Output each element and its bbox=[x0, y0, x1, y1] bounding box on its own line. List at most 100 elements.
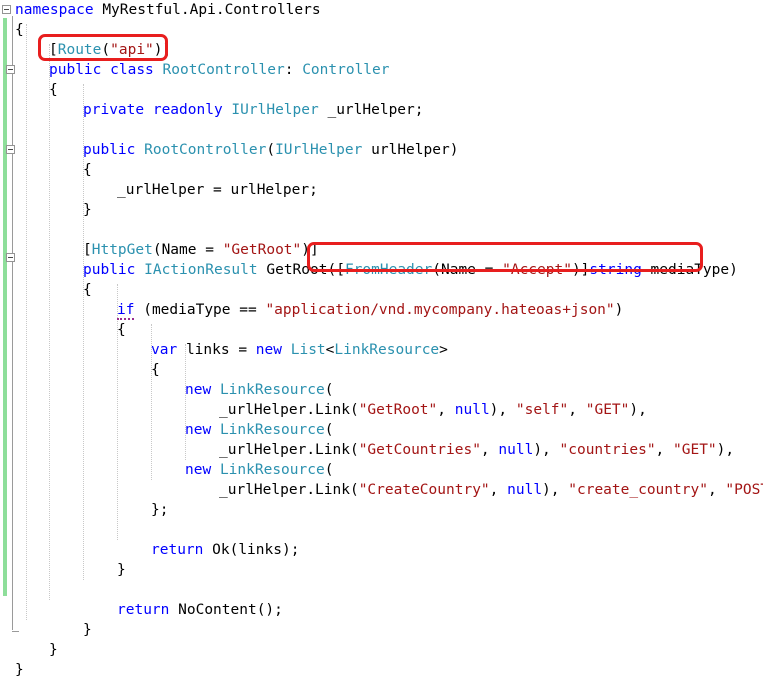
code-line: { bbox=[49, 80, 58, 100]
token-type: LinkResource bbox=[219, 422, 325, 438]
token-plain: = bbox=[475, 262, 503, 278]
token-keyword: namespace bbox=[15, 2, 94, 18]
code-line: }; bbox=[151, 500, 168, 520]
token-keyword: class bbox=[110, 62, 154, 78]
token-plain: Link bbox=[315, 482, 350, 498]
code-line: [Route("api")] bbox=[49, 40, 171, 60]
token-plain: == bbox=[230, 302, 266, 318]
token-plain: ) bbox=[449, 142, 459, 158]
token-type: Controller bbox=[302, 62, 390, 78]
token-type: LinkResource bbox=[219, 382, 325, 398]
code-line: public RootController(IUrlHelper urlHelp… bbox=[83, 140, 458, 160]
code-line: } bbox=[15, 660, 24, 680]
token-type: IUrlHelper bbox=[275, 142, 363, 158]
token-plain: , bbox=[489, 482, 508, 498]
token-plain: ([ bbox=[327, 262, 345, 278]
token-plain: . bbox=[306, 442, 316, 458]
token-plain: { bbox=[49, 82, 58, 98]
token-plain: Api bbox=[189, 2, 216, 18]
token-plain: { bbox=[83, 162, 92, 178]
code-line: public IActionResult GetRoot([FromHeader… bbox=[83, 260, 738, 280]
code-line: { bbox=[15, 20, 24, 40]
token-plain: MyRestful bbox=[102, 2, 181, 18]
token-plain: , bbox=[480, 442, 499, 458]
token-keyword: string bbox=[589, 262, 642, 278]
code-line: new LinkResource( bbox=[185, 380, 333, 400]
token-plain: ( bbox=[266, 142, 276, 158]
token-plain: _urlHelper bbox=[117, 182, 205, 198]
code-line: private readonly IUrlHelper _urlHelper; bbox=[83, 100, 424, 120]
token-plain: urlHelper bbox=[371, 142, 450, 158]
token-type: HttpGet bbox=[91, 242, 153, 258]
code-text-area[interactable]: namespace MyRestful.Api.Controllers{[Rou… bbox=[0, 0, 763, 678]
token-plain: links bbox=[238, 542, 282, 558]
token-plain: = bbox=[229, 342, 256, 358]
token-type: IActionResult bbox=[144, 262, 258, 278]
token-plain: Name bbox=[440, 262, 476, 278]
token-plain: , bbox=[655, 442, 674, 458]
token-plain: ), bbox=[542, 482, 569, 498]
token-plain: } bbox=[15, 662, 24, 678]
token-plain: GetRoot bbox=[266, 262, 328, 278]
token-type: FromHeader bbox=[344, 262, 433, 278]
code-line: _urlHelper.Link("GetCountries", null), "… bbox=[219, 440, 734, 460]
token-plain: ), bbox=[489, 402, 516, 418]
token-plain: . bbox=[215, 2, 225, 18]
code-line: { bbox=[83, 280, 92, 300]
token-plain: ), bbox=[533, 442, 560, 458]
token-keyword: new bbox=[185, 422, 212, 438]
token-plain: } bbox=[83, 622, 92, 638]
token-plain: ); bbox=[281, 542, 300, 558]
token-plain: )] bbox=[153, 42, 172, 58]
token-type: LinkResource bbox=[334, 342, 440, 358]
token-string: "POST" bbox=[725, 482, 763, 498]
code-line: { bbox=[151, 360, 160, 380]
token-plain: = bbox=[196, 242, 223, 258]
token-plain: )] bbox=[301, 242, 319, 258]
token-plain: ; bbox=[414, 102, 424, 118]
code-line: return Ok(links); bbox=[151, 540, 299, 560]
token-plain: } bbox=[117, 562, 126, 578]
token-string: "countries" bbox=[559, 442, 656, 458]
code-line: var links = new List<LinkResource> bbox=[151, 340, 448, 360]
token-keyword: public bbox=[83, 262, 136, 278]
token-plain: Name bbox=[161, 242, 197, 258]
token-plain: _urlHelper bbox=[219, 442, 307, 458]
code-line: { bbox=[117, 320, 126, 340]
token-plain: urlHelper bbox=[230, 182, 310, 198]
code-line: } bbox=[83, 620, 92, 640]
token-plain: . bbox=[306, 402, 316, 418]
token-plain: ( bbox=[101, 42, 111, 58]
token-plain: ), bbox=[716, 442, 735, 458]
token-plain: { bbox=[151, 362, 160, 378]
token-plain: ( bbox=[432, 262, 441, 278]
code-line: } bbox=[83, 200, 92, 220]
token-keyword: var bbox=[151, 342, 178, 358]
token-plain: ) bbox=[614, 302, 624, 318]
token-type: RootController bbox=[144, 142, 267, 158]
token-keyword: readonly bbox=[152, 102, 223, 118]
token-plain: ( bbox=[324, 382, 334, 398]
token-plain: ; bbox=[309, 182, 318, 198]
token-type: Route bbox=[57, 42, 102, 58]
token-plain: > bbox=[439, 342, 448, 358]
token-plain: , bbox=[437, 402, 455, 418]
code-line: namespace MyRestful.Api.Controllers bbox=[15, 0, 321, 20]
token-plain: , bbox=[568, 402, 586, 418]
token-string: "GetRoot" bbox=[222, 242, 302, 258]
code-line: _urlHelper = urlHelper; bbox=[117, 180, 318, 200]
token-plain: _urlHelper bbox=[219, 482, 307, 498]
token-string: "application/vnd.mycompany.hateoas+json" bbox=[265, 302, 615, 318]
code-editor-surface[interactable]: namespace MyRestful.Api.Controllers{[Rou… bbox=[0, 0, 763, 678]
token-keyword: new bbox=[185, 382, 212, 398]
